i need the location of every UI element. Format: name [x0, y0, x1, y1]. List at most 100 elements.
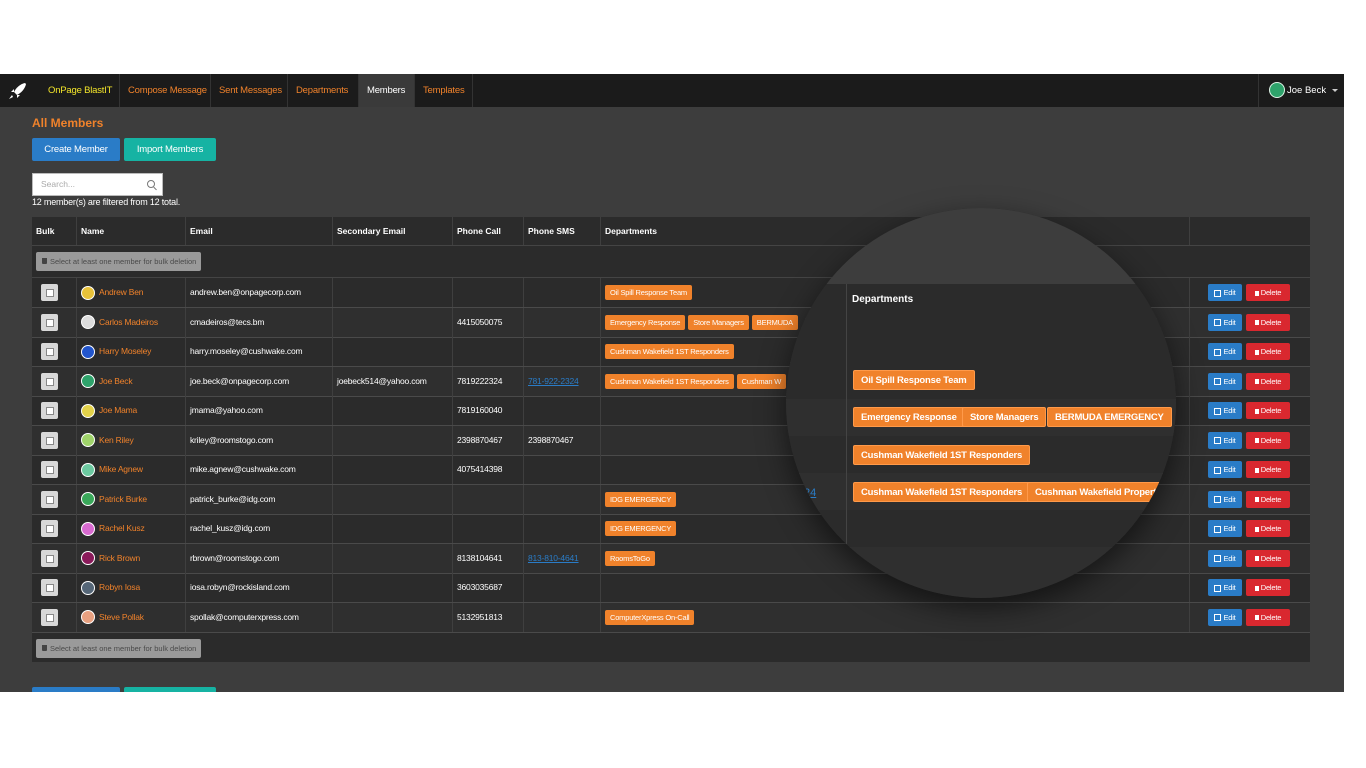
delete-button[interactable]: Delete [1246, 461, 1290, 478]
row-checkbox[interactable] [41, 549, 58, 567]
nav-departments[interactable]: Departments [288, 74, 359, 107]
member-name-link[interactable]: Patrick Burke [99, 494, 147, 504]
search-input[interactable]: Search... [32, 173, 163, 196]
departments-cell: ComputerXpress On-Call [601, 602, 1190, 632]
member-name-link[interactable]: Joe Mama [99, 405, 137, 415]
actions-cell: Edit Delete [1190, 544, 1310, 573]
name-cell: Rick Brown [77, 543, 186, 573]
delete-button[interactable]: Delete [1246, 608, 1290, 626]
delete-button[interactable]: Delete [1246, 579, 1290, 596]
department-tag: Cushman W [736, 373, 787, 389]
phone-call-cell: 5132951813 [453, 602, 524, 632]
edit-button[interactable]: Edit [1208, 608, 1242, 626]
edit-button[interactable]: Edit [1208, 549, 1242, 567]
edit-button[interactable]: Edit [1208, 520, 1242, 537]
bulk-delete-button-top[interactable]: Select at least one member for bulk dele… [36, 252, 202, 271]
department-tag: Store Managers [688, 314, 749, 330]
phone-call-cell: 7819222324 [453, 366, 524, 396]
member-name-link[interactable]: Joe Beck [99, 376, 133, 386]
nav-brand[interactable]: OnPage BlastIT [40, 74, 120, 107]
email-cell: iosa.robyn@rockisland.com [186, 573, 333, 602]
edit-button[interactable]: Edit [1208, 431, 1242, 449]
edit-button[interactable]: Edit [1208, 343, 1242, 360]
row-checkbox[interactable] [41, 461, 58, 478]
delete-label: Delete [1260, 583, 1282, 592]
phone-call-cell: 3603035687 [453, 573, 524, 602]
import-members-button-bottom[interactable] [124, 687, 216, 692]
phone-sms-cell [524, 278, 601, 307]
member-name-link[interactable]: Rick Brown [99, 553, 140, 563]
delete-button[interactable]: Delete [1246, 431, 1290, 449]
row-checkbox[interactable] [41, 343, 58, 360]
phone-sms-link[interactable]: 781-922-2324 [528, 376, 579, 386]
row-checkbox[interactable] [41, 520, 58, 537]
delete-button[interactable]: Delete [1246, 520, 1290, 537]
department-tag: IDG EMERGENCY [605, 491, 677, 507]
row-checkbox[interactable] [41, 284, 58, 301]
import-members-button[interactable]: Import Members [124, 138, 216, 161]
nav-compose-message[interactable]: Compose Message [120, 74, 211, 107]
edit-icon [1214, 348, 1222, 356]
email-cell: kriley@roomstogo.com [186, 425, 333, 455]
edit-button[interactable]: Edit [1208, 402, 1242, 419]
name-cell: Joe Beck [77, 366, 186, 396]
member-name-link[interactable]: Carlos Madeiros [99, 317, 158, 327]
member-name-link[interactable]: Robyn Iosa [99, 582, 140, 592]
table-row: Steve Pollak spollak@computerxpress.com 51… [32, 602, 1310, 633]
bulk-delete-button-bottom[interactable]: Select at least one member for bulk dele… [36, 639, 202, 658]
row-checkbox[interactable] [41, 579, 58, 596]
edit-button[interactable]: Edit [1208, 490, 1242, 508]
email-cell: joe.beck@onpagecorp.com [186, 366, 333, 396]
edit-button[interactable]: Edit [1208, 579, 1242, 596]
member-name-link[interactable]: Ken Riley [99, 435, 134, 445]
mag-sms-link-fragment[interactable]: 24 [804, 487, 816, 499]
rocket-icon[interactable] [6, 80, 30, 102]
delete-button[interactable]: Delete [1246, 490, 1290, 508]
delete-button[interactable]: Delete [1246, 549, 1290, 567]
member-name-link[interactable]: Harry Moseley [99, 346, 151, 356]
phone-call-cell: 4415050075 [453, 307, 524, 337]
edit-button[interactable]: Edit [1208, 284, 1242, 301]
edit-button[interactable]: Edit [1208, 372, 1242, 390]
member-name-link[interactable]: Rachel Kusz [99, 523, 145, 533]
delete-label: Delete [1260, 524, 1282, 533]
phone-sms-cell [524, 396, 601, 425]
phone-sms-link[interactable]: 813-810-4641 [528, 553, 579, 563]
row-checkbox[interactable] [41, 431, 58, 449]
row-checkbox[interactable] [41, 608, 58, 626]
delete-button[interactable]: Delete [1246, 343, 1290, 360]
row-checkbox[interactable] [41, 490, 58, 508]
delete-button[interactable]: Delete [1246, 402, 1290, 419]
nav-templates[interactable]: Templates [415, 74, 473, 107]
edit-button[interactable]: Edit [1208, 461, 1242, 478]
mag-bulk-band [786, 318, 1176, 363]
delete-label: Delete [1260, 465, 1282, 474]
row-checkbox[interactable] [41, 402, 58, 419]
edit-icon [1214, 466, 1222, 474]
member-name-link[interactable]: Mike Agnew [99, 464, 143, 474]
actions-cell: Edit Delete [1190, 278, 1310, 307]
bulk-cell [32, 543, 77, 573]
delete-button[interactable]: Delete [1246, 313, 1290, 331]
create-member-button[interactable]: Create Member [32, 138, 120, 161]
email-cell: spollak@computerxpress.com [186, 602, 333, 632]
edit-label: Edit [1223, 583, 1236, 592]
edit-icon [1214, 407, 1222, 415]
nav-sent-messages[interactable]: Sent Messages [211, 74, 288, 107]
phone-sms-cell: 781-922-2324 [524, 366, 601, 396]
delete-label: Delete [1260, 553, 1282, 563]
department-tag: IDG EMERGENCY [605, 521, 677, 537]
create-member-button-bottom[interactable] [32, 687, 120, 692]
member-name-link[interactable]: Andrew Ben [99, 287, 144, 297]
delete-button[interactable]: Delete [1246, 284, 1290, 301]
delete-label: Delete [1260, 612, 1282, 622]
edit-button[interactable]: Edit [1208, 313, 1242, 331]
member-name-link[interactable]: Steve Pollak [99, 612, 144, 622]
row-checkbox[interactable] [41, 372, 58, 390]
col-bulk: Bulk [32, 217, 77, 245]
nav-members[interactable]: Members [359, 74, 415, 107]
delete-button[interactable]: Delete [1246, 372, 1290, 390]
user-menu[interactable]: Joe Beck [1258, 74, 1344, 107]
edit-label: Edit [1223, 406, 1236, 415]
row-checkbox[interactable] [41, 313, 58, 331]
